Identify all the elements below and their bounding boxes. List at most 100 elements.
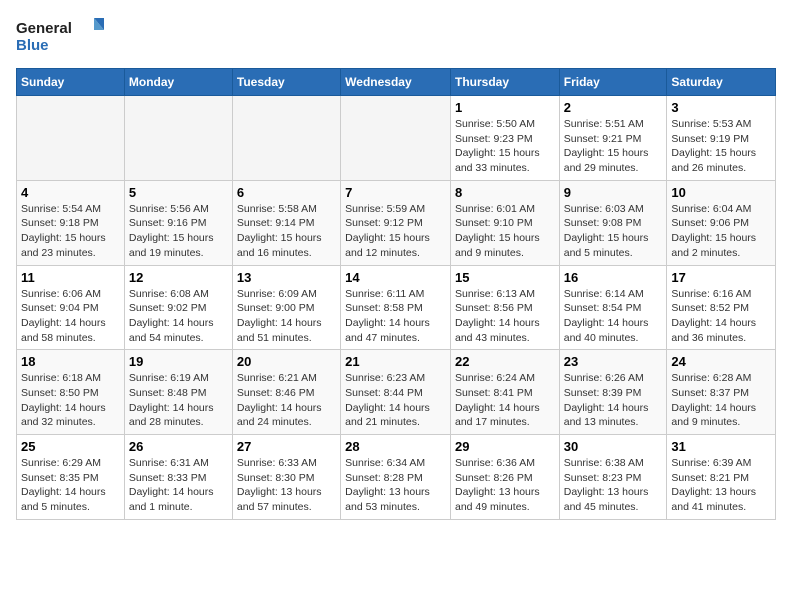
calendar-cell: 18 Sunrise: 6:18 AMSunset: 8:50 PMDayligh… [17,350,125,435]
day-number: 20 [237,354,336,369]
day-info: Sunrise: 6:11 AMSunset: 8:58 PMDaylight:… [345,287,446,346]
weekday-header-wednesday: Wednesday [341,69,451,96]
calendar-cell: 28 Sunrise: 6:34 AMSunset: 8:28 PMDayligh… [341,435,451,520]
day-info: Sunrise: 6:06 AMSunset: 9:04 PMDaylight:… [21,287,120,346]
calendar-header: SundayMondayTuesdayWednesdayThursdayFrid… [17,69,776,96]
day-info: Sunrise: 5:53 AMSunset: 9:19 PMDaylight:… [671,117,771,176]
weekday-header-sunday: Sunday [17,69,125,96]
day-number: 24 [671,354,771,369]
day-info: Sunrise: 6:13 AMSunset: 8:56 PMDaylight:… [455,287,555,346]
calendar-cell: 2 Sunrise: 5:51 AMSunset: 9:21 PMDaylight… [559,96,667,181]
day-number: 15 [455,270,555,285]
calendar-cell: 27 Sunrise: 6:33 AMSunset: 8:30 PMDayligh… [232,435,340,520]
day-number: 19 [129,354,228,369]
calendar-cell: 25 Sunrise: 6:29 AMSunset: 8:35 PMDayligh… [17,435,125,520]
calendar-week-4: 18 Sunrise: 6:18 AMSunset: 8:50 PMDayligh… [17,350,776,435]
day-info: Sunrise: 6:01 AMSunset: 9:10 PMDaylight:… [455,202,555,261]
calendar-cell: 4 Sunrise: 5:54 AMSunset: 9:18 PMDaylight… [17,180,125,265]
day-number: 11 [21,270,120,285]
calendar-body: 1 Sunrise: 5:50 AMSunset: 9:23 PMDaylight… [17,96,776,520]
day-info: Sunrise: 6:33 AMSunset: 8:30 PMDaylight:… [237,456,336,515]
day-info: Sunrise: 6:28 AMSunset: 8:37 PMDaylight:… [671,371,771,430]
day-info: Sunrise: 6:34 AMSunset: 8:28 PMDaylight:… [345,456,446,515]
day-number: 16 [564,270,663,285]
calendar-cell: 11 Sunrise: 6:06 AMSunset: 9:04 PMDayligh… [17,265,125,350]
logo: General Blue [16,16,106,56]
calendar-cell [17,96,125,181]
calendar-cell: 6 Sunrise: 5:58 AMSunset: 9:14 PMDaylight… [232,180,340,265]
calendar-cell [124,96,232,181]
day-number: 2 [564,100,663,115]
calendar-week-2: 4 Sunrise: 5:54 AMSunset: 9:18 PMDaylight… [17,180,776,265]
day-number: 7 [345,185,446,200]
svg-text:Blue: Blue [16,37,49,54]
calendar-cell: 20 Sunrise: 6:21 AMSunset: 8:46 PMDayligh… [232,350,340,435]
day-info: Sunrise: 5:50 AMSunset: 9:23 PMDaylight:… [455,117,555,176]
day-number: 4 [21,185,120,200]
day-number: 8 [455,185,555,200]
weekday-header-tuesday: Tuesday [232,69,340,96]
calendar-week-5: 25 Sunrise: 6:29 AMSunset: 8:35 PMDayligh… [17,435,776,520]
day-info: Sunrise: 6:16 AMSunset: 8:52 PMDaylight:… [671,287,771,346]
calendar-week-1: 1 Sunrise: 5:50 AMSunset: 9:23 PMDaylight… [17,96,776,181]
calendar-cell: 8 Sunrise: 6:01 AMSunset: 9:10 PMDaylight… [450,180,559,265]
day-number: 27 [237,439,336,454]
day-info: Sunrise: 6:36 AMSunset: 8:26 PMDaylight:… [455,456,555,515]
day-number: 12 [129,270,228,285]
day-info: Sunrise: 6:09 AMSunset: 9:00 PMDaylight:… [237,287,336,346]
calendar-cell: 29 Sunrise: 6:36 AMSunset: 8:26 PMDayligh… [450,435,559,520]
day-number: 21 [345,354,446,369]
calendar-table: SundayMondayTuesdayWednesdayThursdayFrid… [16,68,776,520]
day-number: 1 [455,100,555,115]
calendar-cell: 19Sunrise: 6:19 AMSunset: 8:48 PMDayligh… [124,350,232,435]
calendar-cell: 13 Sunrise: 6:09 AMSunset: 9:00 PMDayligh… [232,265,340,350]
calendar-cell: 21Sunrise: 6:23 AMSunset: 8:44 PMDayligh… [341,350,451,435]
day-number: 13 [237,270,336,285]
day-number: 18 [21,354,120,369]
calendar-cell: 1 Sunrise: 5:50 AMSunset: 9:23 PMDaylight… [450,96,559,181]
day-number: 6 [237,185,336,200]
day-number: 28 [345,439,446,454]
day-info: Sunrise: 6:39 AMSunset: 8:21 PMDaylight:… [671,456,771,515]
day-info: Sunrise: 6:31 AMSunset: 8:33 PMDaylight:… [129,456,228,515]
day-info: Sunrise: 6:14 AMSunset: 8:54 PMDaylight:… [564,287,663,346]
day-number: 3 [671,100,771,115]
day-info: Sunrise: 6:21 AMSunset: 8:46 PMDaylight:… [237,371,336,430]
day-info: Sunrise: 6:26 AMSunset: 8:39 PMDaylight:… [564,371,663,430]
day-info: Sunrise: 6:24 AMSunset: 8:41 PMDaylight:… [455,371,555,430]
day-number: 26 [129,439,228,454]
calendar-cell: 23Sunrise: 6:26 AMSunset: 8:39 PMDayligh… [559,350,667,435]
calendar-cell: 9 Sunrise: 6:03 AMSunset: 9:08 PMDaylight… [559,180,667,265]
day-info: Sunrise: 5:51 AMSunset: 9:21 PMDaylight:… [564,117,663,176]
svg-text:General: General [16,20,72,37]
day-info: Sunrise: 6:18 AMSunset: 8:50 PMDaylight:… [21,371,120,430]
day-info: Sunrise: 6:38 AMSunset: 8:23 PMDaylight:… [564,456,663,515]
day-number: 29 [455,439,555,454]
weekday-header-thursday: Thursday [450,69,559,96]
day-number: 9 [564,185,663,200]
calendar-cell: 3 Sunrise: 5:53 AMSunset: 9:19 PMDaylight… [667,96,776,181]
day-info: Sunrise: 5:58 AMSunset: 9:14 PMDaylight:… [237,202,336,261]
calendar-cell: 7Sunrise: 5:59 AMSunset: 9:12 PMDaylight… [341,180,451,265]
day-info: Sunrise: 6:03 AMSunset: 9:08 PMDaylight:… [564,202,663,261]
weekday-header-row: SundayMondayTuesdayWednesdayThursdayFrid… [17,69,776,96]
day-info: Sunrise: 5:54 AMSunset: 9:18 PMDaylight:… [21,202,120,261]
calendar-cell: 5Sunrise: 5:56 AMSunset: 9:16 PMDaylight… [124,180,232,265]
calendar-cell: 15 Sunrise: 6:13 AMSunset: 8:56 PMDayligh… [450,265,559,350]
day-info: Sunrise: 5:56 AMSunset: 9:16 PMDaylight:… [129,202,228,261]
day-info: Sunrise: 6:04 AMSunset: 9:06 PMDaylight:… [671,202,771,261]
logo-svg: General Blue [16,16,106,56]
calendar-cell: 26 Sunrise: 6:31 AMSunset: 8:33 PMDayligh… [124,435,232,520]
day-info: Sunrise: 6:29 AMSunset: 8:35 PMDaylight:… [21,456,120,515]
calendar-cell: 22 Sunrise: 6:24 AMSunset: 8:41 PMDayligh… [450,350,559,435]
calendar-cell: 30Sunrise: 6:38 AMSunset: 8:23 PMDayligh… [559,435,667,520]
weekday-header-friday: Friday [559,69,667,96]
day-number: 22 [455,354,555,369]
day-number: 31 [671,439,771,454]
day-number: 14 [345,270,446,285]
day-number: 25 [21,439,120,454]
calendar-cell [232,96,340,181]
calendar-cell: 14 Sunrise: 6:11 AMSunset: 8:58 PMDayligh… [341,265,451,350]
calendar-cell: 10Sunrise: 6:04 AMSunset: 9:06 PMDayligh… [667,180,776,265]
calendar-cell: 16 Sunrise: 6:14 AMSunset: 8:54 PMDayligh… [559,265,667,350]
